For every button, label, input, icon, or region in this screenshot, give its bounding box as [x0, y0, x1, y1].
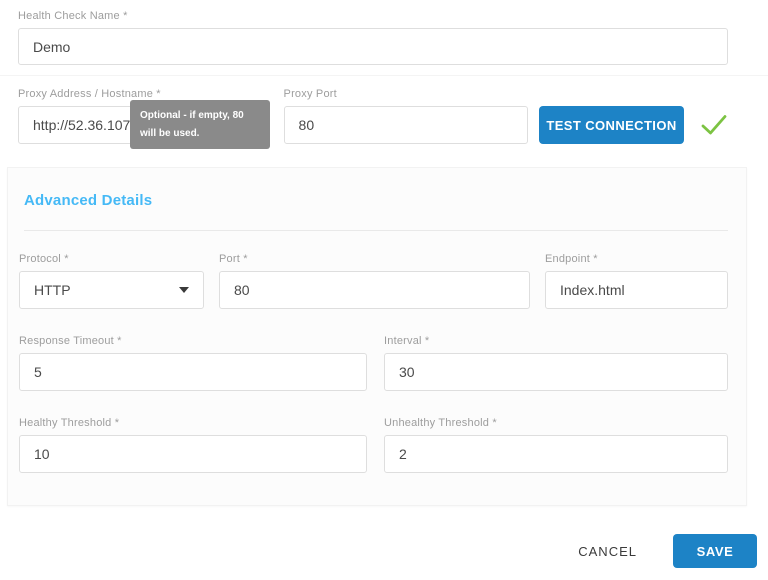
test-connection-button[interactable]: TEST CONNECTION	[539, 106, 684, 144]
basic-details-section: Health Check Name * Proxy Address / Host…	[0, 0, 768, 144]
port-input[interactable]	[219, 271, 530, 309]
field-proxy-port: Proxy Port	[284, 88, 529, 144]
proxy-port-input[interactable]	[284, 106, 529, 144]
protocol-select[interactable]: HTTP	[19, 271, 204, 309]
success-check-icon	[700, 113, 728, 137]
field-protocol: Protocol * HTTP	[19, 253, 204, 309]
field-unhealthy-threshold: Unhealthy Threshold *	[384, 417, 728, 473]
advanced-row-thresholds: Healthy Threshold * Unhealthy Threshold …	[19, 417, 728, 473]
endpoint-label: Endpoint *	[545, 253, 728, 266]
proxy-port-tooltip: Optional - if empty, 80 will be used.	[130, 100, 270, 149]
protocol-select-value: HTTP	[34, 282, 71, 298]
response-timeout-input[interactable]	[19, 353, 367, 391]
field-endpoint: Endpoint *	[545, 253, 728, 309]
save-button[interactable]: SAVE	[673, 534, 757, 568]
health-check-name-input[interactable]	[18, 28, 728, 65]
healthy-threshold-input[interactable]	[19, 435, 367, 473]
field-port: Port *	[219, 253, 530, 309]
interval-label: Interval *	[384, 335, 728, 348]
port-label: Port *	[219, 253, 530, 266]
field-response-timeout: Response Timeout *	[19, 335, 367, 391]
advanced-details-title: Advanced Details	[24, 192, 728, 210]
field-health-check-name: Health Check Name *	[18, 10, 728, 65]
protocol-label: Protocol *	[19, 253, 204, 266]
interval-input[interactable]	[384, 353, 728, 391]
health-check-name-label: Health Check Name *	[18, 10, 728, 23]
advanced-details-section: Advanced Details Protocol * HTTP Port * …	[7, 167, 747, 506]
cancel-button[interactable]: CANCEL	[574, 536, 641, 567]
proxy-port-label: Proxy Port	[284, 88, 529, 101]
healthy-threshold-label: Healthy Threshold *	[19, 417, 367, 430]
proxy-row: Proxy Address / Hostname * Proxy Port TE…	[18, 88, 728, 144]
endpoint-input[interactable]	[545, 271, 728, 309]
unhealthy-threshold-input[interactable]	[384, 435, 728, 473]
response-timeout-label: Response Timeout *	[19, 335, 367, 348]
advanced-title-divider	[24, 230, 728, 231]
field-interval: Interval *	[384, 335, 728, 391]
section-divider	[0, 75, 768, 76]
advanced-row-protocol: Protocol * HTTP Port * Endpoint *	[19, 253, 728, 309]
field-healthy-threshold: Healthy Threshold *	[19, 417, 367, 473]
chevron-down-icon	[179, 287, 189, 293]
unhealthy-threshold-label: Unhealthy Threshold *	[384, 417, 728, 430]
health-check-form: Health Check Name * Proxy Address / Host…	[0, 0, 768, 580]
advanced-row-timing: Response Timeout * Interval *	[19, 335, 728, 391]
form-footer: CANCEL SAVE	[0, 534, 768, 568]
